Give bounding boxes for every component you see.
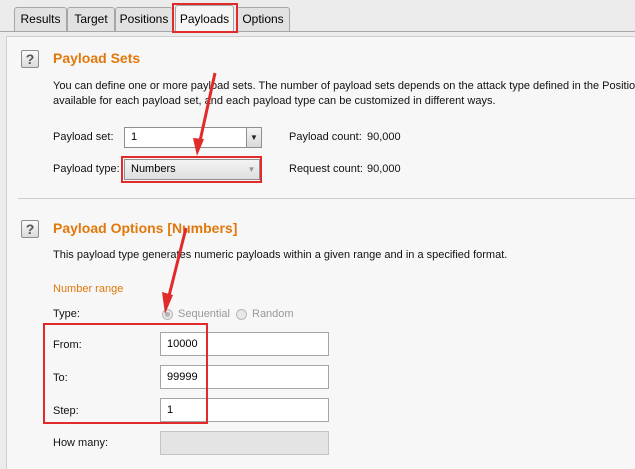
arrow-to-number-range	[162, 227, 188, 314]
annotation-arrows	[162, 72, 217, 314]
arrow-to-payload-type	[193, 72, 217, 156]
